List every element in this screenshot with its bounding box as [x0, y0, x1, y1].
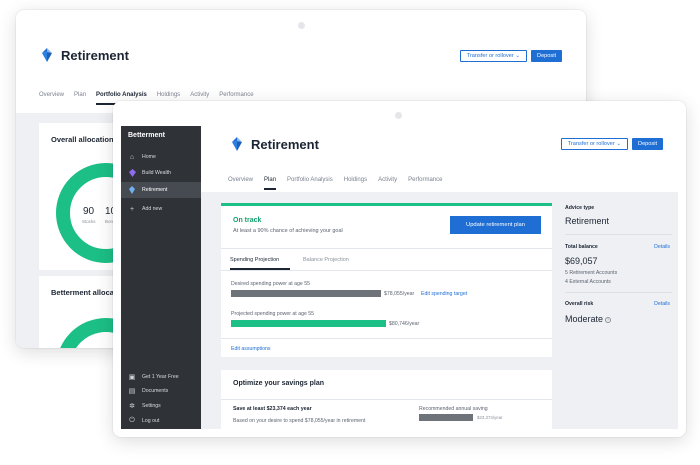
- tab-balance-projection[interactable]: Balance Projection: [303, 257, 349, 263]
- overall-risk-label: Overall risk: [565, 301, 594, 307]
- divider: [221, 248, 552, 249]
- sidebar-item-documents[interactable]: ▤ Documents: [121, 383, 201, 399]
- deposit-button[interactable]: Deposit: [632, 138, 663, 150]
- plus-icon: +: [129, 205, 135, 213]
- recommended-saving-value: $23,374/year: [477, 415, 503, 420]
- chevron-down-icon: ⌄: [515, 53, 521, 59]
- sidebar: Betterment ⌂ Home Build Wealth Retirement…: [121, 126, 201, 429]
- info-icon[interactable]: ?: [605, 316, 612, 323]
- savings-plan-card: Optimize your savings plan Save at least…: [221, 370, 552, 429]
- back-page-title: Retirement: [61, 47, 129, 63]
- main-content: Retirement Transfer or rollover ⌄ Deposi…: [201, 126, 678, 429]
- transfer-label: Transfer or rollover: [567, 141, 615, 147]
- sidebar-item-label: Log out: [142, 418, 160, 424]
- camera-dot: [395, 112, 402, 119]
- total-balance-label: Total balance: [565, 244, 598, 250]
- brand-name: Betterment: [128, 132, 165, 139]
- savings-basis-text: Based on your desire to spend $78,055/ye…: [233, 418, 366, 424]
- on-track-status: On track: [233, 217, 262, 224]
- sidebar-item-label: Add new: [142, 206, 163, 212]
- projected-spending-label: Projected spending power at age 55: [231, 311, 315, 317]
- home-icon: ⌂: [129, 153, 135, 161]
- sidebar-item-build-wealth[interactable]: Build Wealth: [121, 165, 201, 181]
- back-deposit-button[interactable]: Deposit: [531, 50, 562, 62]
- advice-type-label: Advice type: [565, 205, 595, 211]
- sidebar-item-home[interactable]: ⌂ Home: [121, 149, 201, 165]
- retirement-logo-icon: [232, 137, 242, 151]
- desired-spending-label: Desired spending power at age 55: [231, 281, 311, 287]
- sidebar-item-label: Home: [142, 154, 156, 160]
- desired-spending-value: $78,055/year: [384, 291, 415, 297]
- transfer-button[interactable]: Transfer or rollover ⌄: [560, 138, 629, 150]
- header-logo: Retirement: [229, 136, 319, 152]
- savings-heading: Optimize your savings plan: [233, 380, 325, 387]
- update-retirement-plan-button[interactable]: Update retirement plan: [450, 216, 541, 234]
- sidebar-item-label: Get 1 Year Free: [142, 374, 179, 380]
- tab-portfolio-analysis[interactable]: Portfolio Analysis: [287, 177, 333, 190]
- tab-holdings[interactable]: Holdings: [344, 177, 367, 190]
- retirement-accounts-count: 5 Retirement Accounts: [565, 270, 618, 276]
- sidebar-item-label: Documents: [142, 388, 169, 394]
- overall-risk-details-link[interactable]: Details: [654, 301, 670, 307]
- divider: [221, 270, 552, 271]
- overall-allocation-heading: Overall allocation: [51, 135, 114, 144]
- sidebar-item-add-new[interactable]: + Add new: [121, 201, 201, 217]
- retirement-logo-icon: [42, 48, 52, 62]
- sidebar-item-label: Build Wealth: [142, 170, 172, 176]
- retirement-icon: [128, 186, 136, 194]
- projected-spending-value: $80,746/year: [389, 321, 420, 327]
- overall-risk-row: Moderate?: [565, 314, 612, 324]
- tab-overview[interactable]: Overview: [228, 177, 253, 190]
- gift-icon: ▣: [128, 374, 136, 381]
- page-title: Retirement: [251, 136, 319, 152]
- sidebar-item-retirement[interactable]: Retirement: [121, 182, 201, 198]
- chevron-down-icon: ⌄: [616, 141, 622, 147]
- overall-risk-value: Moderate: [565, 314, 604, 324]
- back-tab-plan[interactable]: Plan: [74, 92, 86, 105]
- save-at-least-text: Save at least $23,374 each year: [233, 406, 312, 412]
- desired-spending-bar: [231, 290, 381, 297]
- sidebar-item-label: Settings: [142, 403, 161, 409]
- recommended-saving-label: Recommended annual saving: [419, 406, 488, 412]
- advice-type-value: Retirement: [565, 216, 610, 226]
- divider: [565, 292, 672, 293]
- goal-chance-text: At least a 90% chance of achieving your …: [233, 228, 343, 234]
- sidebar-item-log-out[interactable]: ⏻ Log out: [121, 413, 201, 429]
- transfer-label: Transfer or rollover: [466, 53, 514, 59]
- front-window: Betterment ⌂ Home Build Wealth Retirement…: [113, 101, 686, 437]
- sidebar-item-settings[interactable]: ✲ Settings: [121, 398, 201, 414]
- projected-spending-bar: [231, 320, 386, 327]
- total-balance-details-link[interactable]: Details: [654, 244, 670, 250]
- tab-spending-projection[interactable]: Spending Projection: [230, 257, 279, 263]
- document-icon: ▤: [128, 388, 136, 395]
- divider: [221, 399, 552, 400]
- stocks-value: 90: [83, 206, 95, 217]
- gear-icon: ✲: [129, 403, 135, 410]
- stocks-label: Stocks: [82, 219, 96, 224]
- back-transfer-button[interactable]: Transfer or rollover ⌄: [459, 50, 528, 62]
- account-details-panel: Advice type Retirement Total balance Det…: [565, 192, 678, 429]
- divider: [565, 234, 672, 235]
- divider: [221, 338, 552, 339]
- edit-assumptions-link[interactable]: Edit assumptions: [231, 346, 271, 352]
- sidebar-item-label: Retirement: [142, 187, 168, 193]
- tab-activity[interactable]: Activity: [378, 177, 397, 190]
- tab-bar: Overview Plan Portfolio Analysis Holding…: [228, 177, 442, 190]
- back-header-logo: Retirement: [39, 47, 129, 63]
- tab-performance[interactable]: Performance: [408, 177, 442, 190]
- crystal-icon: [128, 169, 136, 177]
- plan-status-card: On track At least a 90% chance of achiev…: [221, 203, 552, 357]
- tab-plan[interactable]: Plan: [264, 177, 277, 190]
- back-tab-overview[interactable]: Overview: [39, 92, 64, 105]
- external-accounts-count: 4 External Accounts: [565, 279, 611, 285]
- camera-dot: [298, 22, 305, 29]
- total-balance-value: $69,057: [565, 256, 598, 266]
- edit-spending-target-link[interactable]: Edit spending target: [421, 291, 467, 297]
- recommended-saving-bar: [419, 414, 473, 421]
- power-icon: ⏻: [129, 417, 135, 424]
